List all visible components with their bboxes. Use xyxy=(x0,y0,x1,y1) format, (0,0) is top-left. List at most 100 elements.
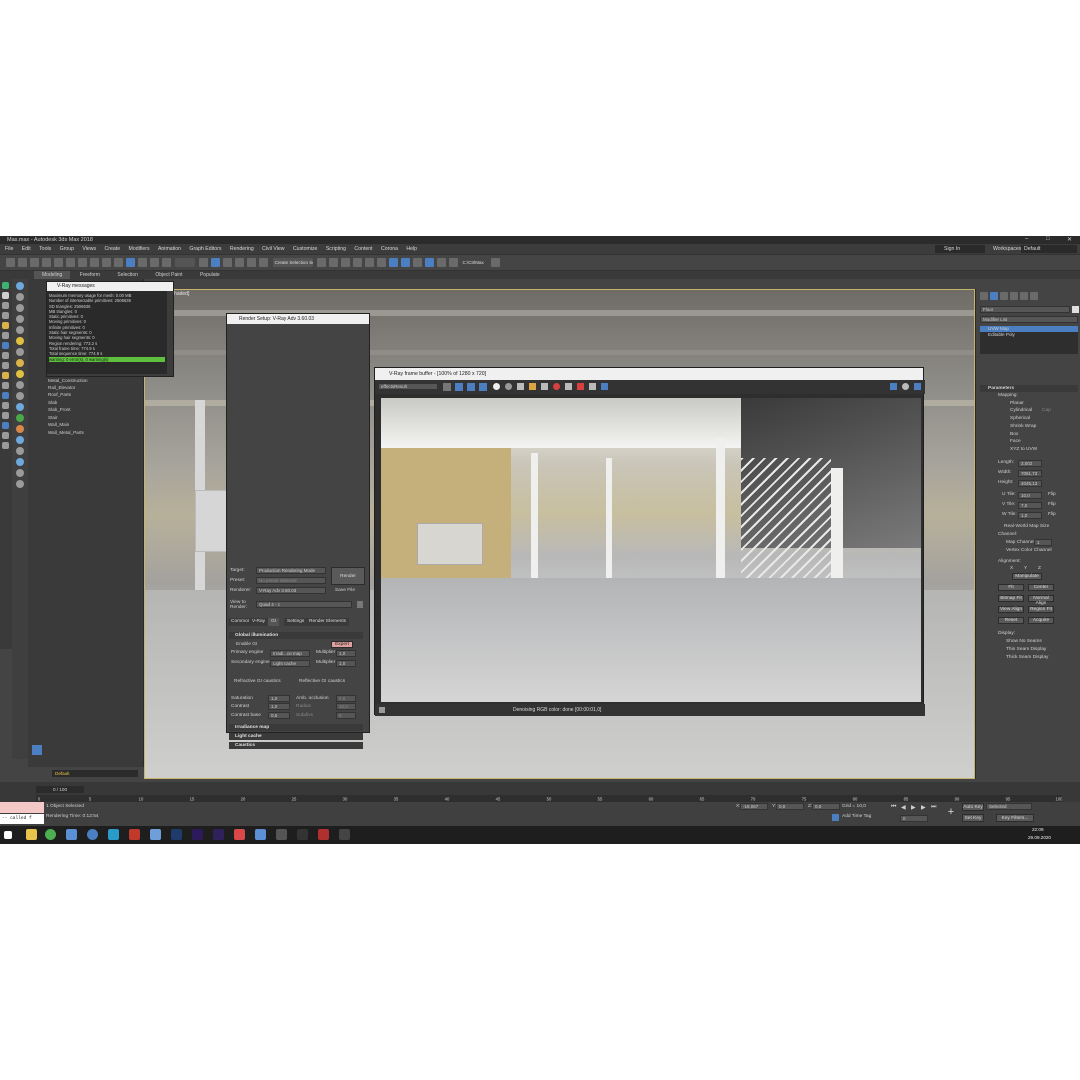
teapot-icon[interactable] xyxy=(16,425,24,433)
clock-time[interactable]: 22:09 xyxy=(1032,827,1044,832)
grid-tool-icon[interactable] xyxy=(2,302,9,309)
bone-icon[interactable] xyxy=(2,422,9,429)
scene-item-wall-main[interactable]: Wall_Main xyxy=(48,422,69,427)
menu-views[interactable]: Views xyxy=(82,244,96,254)
region-render-icon[interactable] xyxy=(565,383,572,390)
bind-icon[interactable] xyxy=(53,258,63,267)
lock-view-icon[interactable] xyxy=(357,601,363,608)
utile-field[interactable]: 10,0 xyxy=(1018,492,1042,499)
chrome-icon[interactable] xyxy=(45,829,56,840)
track-bar[interactable]: 0 5 10 15 20 25 30 35 40 45 50 55 60 65 70 75 80 85 90 95 10… xyxy=(36,795,1063,802)
load-image-icon[interactable] xyxy=(529,383,536,390)
maxscript-listener[interactable] xyxy=(0,802,44,813)
cylinder-icon[interactable] xyxy=(16,469,24,477)
vray-messages-log[interactable]: Maximum memory usage for mesh: 0.00 MB N… xyxy=(47,291,167,374)
link-icon[interactable] xyxy=(29,258,39,267)
game-app-icon[interactable] xyxy=(318,829,329,840)
xref-icon[interactable] xyxy=(2,402,9,409)
scene-item-metal-construction[interactable]: Metal_Construction xyxy=(48,378,88,383)
material-editor-icon[interactable] xyxy=(401,258,411,267)
scene-item-roof-parts[interactable]: Roof_Parts xyxy=(48,392,71,397)
map-channel-field[interactable]: 1 xyxy=(1034,539,1052,546)
maximize-button[interactable]: □ xyxy=(1046,236,1050,242)
menu-rendering[interactable]: Rendering xyxy=(230,244,254,254)
vtile-field[interactable]: 7,0 xyxy=(1018,502,1042,509)
menu-group[interactable]: Group xyxy=(60,244,74,254)
window-crossing-icon[interactable] xyxy=(113,258,123,267)
secondary-multiplier-field[interactable]: 1,0 xyxy=(336,660,356,667)
material-icon[interactable] xyxy=(16,359,24,367)
edit-named-sel-icon[interactable] xyxy=(259,258,269,267)
helper-tool-icon[interactable] xyxy=(2,342,9,349)
current-frame-field[interactable]: 0 xyxy=(900,815,928,822)
globe-icon[interactable] xyxy=(16,436,24,444)
move-icon[interactable] xyxy=(125,258,135,267)
mapping-xyz-to-uvw[interactable]: XYZ to UVW xyxy=(1010,447,1037,452)
redo-icon[interactable] xyxy=(17,258,27,267)
selection-set-dropdown[interactable]: Create Selection Se xyxy=(272,258,313,267)
target-dropdown[interactable]: Production Rendering Mode xyxy=(256,567,326,574)
render-setup-icon[interactable] xyxy=(413,258,423,267)
width-field[interactable]: 7061,73 xyxy=(1018,470,1042,477)
scene-item-wall-metal-parts[interactable]: Wall_Metal_Parts xyxy=(48,430,84,435)
menu-scripting[interactable]: Scripting xyxy=(326,244,346,254)
history-icon[interactable] xyxy=(902,383,909,390)
space-warp-icon[interactable] xyxy=(2,352,9,359)
channel-dropdown[interactable]: effectsResult xyxy=(378,383,438,390)
key-filters-button[interactable]: Key Filters... xyxy=(996,814,1034,822)
menu-help[interactable]: Help xyxy=(406,244,417,254)
time-slider[interactable]: 0 / 100 0 5 10 15 20 25 30 35 40 45 50 55 60 65 70 75 80… xyxy=(0,782,1080,802)
go-to-start-icon[interactable]: ⏮ xyxy=(891,804,896,811)
bridge-icon[interactable] xyxy=(297,829,308,840)
help-icon[interactable] xyxy=(16,480,24,488)
menu-tools[interactable]: Tools xyxy=(39,244,51,254)
snap-icon[interactable] xyxy=(211,258,221,267)
tab-render-elements[interactable]: Render Elements xyxy=(306,618,350,626)
clear-image-icon[interactable] xyxy=(541,383,548,390)
camera-tool-icon[interactable] xyxy=(2,332,9,339)
scene-item-rail-elevator[interactable]: Rail_Elevator xyxy=(48,385,75,390)
vertex-color-radio[interactable]: Vertex Color Channel xyxy=(1006,548,1052,553)
saturation-field[interactable]: 1,0 xyxy=(268,695,290,702)
y-coordinate-field[interactable]: 0,0 xyxy=(776,803,804,810)
render-iterative-icon[interactable] xyxy=(449,258,459,267)
ribbon-icon[interactable] xyxy=(365,258,375,267)
display-tool-icon[interactable] xyxy=(2,292,9,299)
v-flip-checkbox[interactable]: Flip xyxy=(1048,502,1056,507)
auto-key-button[interactable]: Auto Key xyxy=(962,803,984,811)
stack-item-editable-poly[interactable]: Editable Poly xyxy=(980,332,1078,338)
radius-field[interactable]: 10,0 xyxy=(336,703,356,710)
menu-customize[interactable]: Customize xyxy=(293,244,318,254)
scale-icon[interactable] xyxy=(149,258,159,267)
menu-edit[interactable]: Edit xyxy=(22,244,31,254)
align-z-radio[interactable]: Z xyxy=(1038,566,1041,571)
enable-gi-checkbox[interactable]: Enable GI xyxy=(236,642,257,647)
subdivs-field[interactable]: 8 xyxy=(336,712,356,719)
lens-effects-icon[interactable] xyxy=(601,383,608,390)
tab-modeling[interactable]: Modeling xyxy=(34,271,71,279)
percent-snap-icon[interactable] xyxy=(235,258,245,267)
close-button[interactable]: ✕ xyxy=(1067,236,1072,243)
z-coordinate-field[interactable]: 0,0 xyxy=(812,803,840,810)
object-color-swatch[interactable] xyxy=(1072,306,1079,313)
cameras-icon[interactable] xyxy=(16,315,24,323)
layer-dropdown[interactable]: Default xyxy=(52,770,138,777)
parameters-rollout[interactable]: Parameters xyxy=(980,385,1078,392)
systems-icon[interactable] xyxy=(2,362,9,369)
rendered-image[interactable] xyxy=(381,398,921,702)
particle-icon[interactable] xyxy=(2,432,9,439)
scene-item-slab[interactable]: Slab xyxy=(48,400,57,405)
scene-explorer-icon[interactable] xyxy=(353,258,363,267)
3dsmax-icon[interactable] xyxy=(108,829,119,840)
region-fit-button[interactable]: Region Fit xyxy=(1028,606,1054,613)
normal-align-button[interactable]: Normal Align xyxy=(1028,595,1054,606)
container-icon[interactable] xyxy=(2,392,9,399)
frame-slider-handle[interactable]: 0 / 100 xyxy=(36,786,84,793)
green-channel-icon[interactable] xyxy=(467,383,475,391)
lock-icon[interactable] xyxy=(16,447,24,455)
list-tool-icon[interactable] xyxy=(2,312,9,319)
red-channel-icon[interactable] xyxy=(455,383,463,391)
object-name-field[interactable]: Floor xyxy=(980,306,1070,313)
contrast-field[interactable]: 1,0 xyxy=(268,703,290,710)
pivot-icon[interactable] xyxy=(199,258,209,267)
